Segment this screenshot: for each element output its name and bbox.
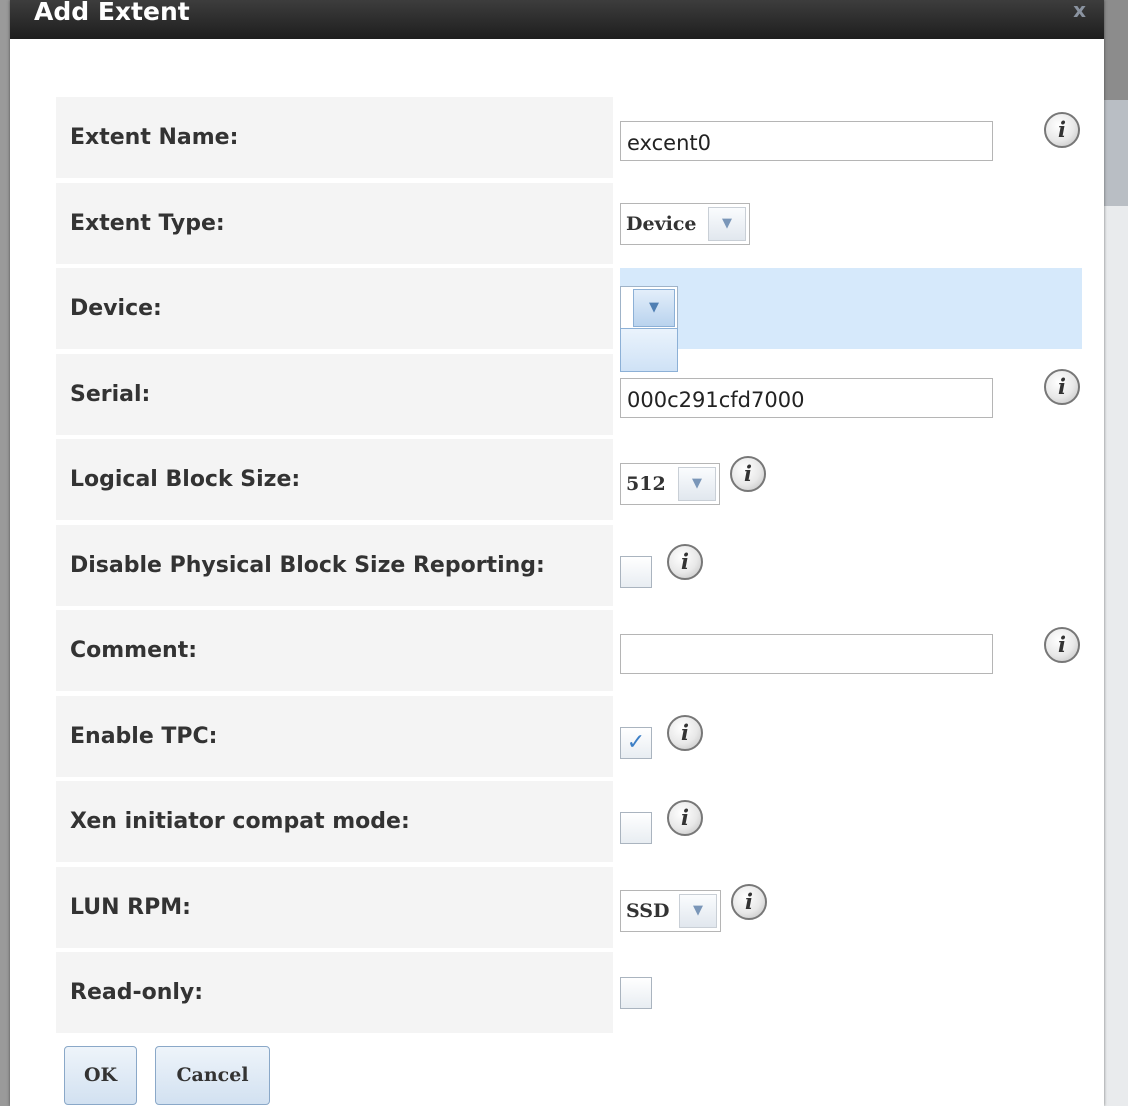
row-disable-pbs: Disable Physical Block Size Reporting: i <box>56 525 1082 606</box>
row-extent-name: Extent Name: excent0 i <box>56 97 1082 178</box>
backdrop-page <box>1104 206 1128 1106</box>
label-cell: Xen initiator compat mode: <box>56 781 613 862</box>
lun-rpm-label: LUN RPM: <box>70 895 191 920</box>
row-lun-rpm: LUN RPM: SSD ▼ i <box>56 867 1082 948</box>
serial-field: 000c291cfd7000 i <box>620 354 1082 435</box>
info-icon[interactable]: i <box>1044 627 1080 663</box>
extent-name-input[interactable]: excent0 <box>620 121 993 161</box>
comment-field: i <box>620 610 1082 691</box>
info-icon[interactable]: i <box>731 884 767 920</box>
extent-name-label: Extent Name: <box>70 125 239 150</box>
extent-type-select[interactable]: Device ▼ <box>620 203 750 245</box>
read-only-field <box>620 952 1082 1033</box>
lun-rpm-value: SSD <box>626 900 670 922</box>
close-icon[interactable]: x <box>1073 0 1086 22</box>
extent-type-value: Device <box>626 213 697 235</box>
info-icon[interactable]: i <box>667 544 703 580</box>
label-cell: Extent Name: <box>56 97 613 178</box>
info-icon[interactable]: i <box>667 715 703 751</box>
label-cell: Extent Type: <box>56 183 613 264</box>
enable-tpc-checkbox[interactable]: ✓ <box>620 727 652 759</box>
read-only-label: Read-only: <box>70 980 204 1005</box>
label-cell: Read-only: <box>56 952 613 1033</box>
row-device: Device: ▼ <box>56 268 1082 372</box>
info-icon[interactable]: i <box>1044 369 1080 405</box>
label-cell: Enable TPC: <box>56 696 613 777</box>
comment-label: Comment: <box>70 638 198 663</box>
disable-pbs-checkbox[interactable] <box>620 556 652 588</box>
lun-rpm-select[interactable]: SSD ▼ <box>620 890 721 932</box>
serial-input[interactable]: 000c291cfd7000 <box>620 378 993 418</box>
label-cell: Disable Physical Block Size Reporting: <box>56 525 613 606</box>
device-field: ▼ <box>620 268 1082 372</box>
logical-block-size-field: 512 ▼ i <box>620 439 1082 520</box>
info-icon[interactable]: i <box>667 800 703 836</box>
extent-type-field: Device ▼ <box>620 183 1082 264</box>
xen-compat-label: Xen initiator compat mode: <box>70 809 410 834</box>
chevron-down-icon[interactable]: ▼ <box>708 207 746 241</box>
logical-block-size-label: Logical Block Size: <box>70 467 301 492</box>
device-label: Device: <box>70 296 162 321</box>
device-select[interactable]: ▼ <box>620 286 678 330</box>
lun-rpm-field: SSD ▼ i <box>620 867 1082 948</box>
disable-pbs-label: Disable Physical Block Size Reporting: <box>70 553 545 578</box>
xen-compat-checkbox[interactable] <box>620 812 652 844</box>
row-read-only: Read-only: <box>56 952 1082 1033</box>
add-extent-dialog: Add Extent x Extent Name: excent0 i Exte… <box>10 0 1104 1106</box>
dialog-titlebar[interactable]: Add Extent x <box>10 0 1104 39</box>
label-cell: Device: <box>56 268 613 349</box>
ok-button[interactable]: OK <box>64 1046 137 1105</box>
label-cell: Comment: <box>56 610 613 691</box>
info-icon[interactable]: i <box>1044 112 1080 148</box>
row-serial: Serial: 000c291cfd7000 i <box>56 354 1082 435</box>
logical-block-size-select[interactable]: 512 ▼ <box>620 463 720 505</box>
comment-input[interactable] <box>620 634 993 674</box>
row-logical-block-size: Logical Block Size: 512 ▼ i <box>56 439 1082 520</box>
logical-block-size-value: 512 <box>626 473 666 495</box>
chevron-down-icon[interactable]: ▼ <box>678 467 716 501</box>
row-comment: Comment: i <box>56 610 1082 691</box>
label-cell: LUN RPM: <box>56 867 613 948</box>
chevron-down-icon[interactable]: ▼ <box>679 894 717 928</box>
label-cell: Logical Block Size: <box>56 439 613 520</box>
row-xen-compat: Xen initiator compat mode: i <box>56 781 1082 862</box>
disable-pbs-field: i <box>620 525 1082 606</box>
extent-name-field: excent0 i <box>620 97 1082 178</box>
enable-tpc-label: Enable TPC: <box>70 724 218 749</box>
backdrop-band <box>1104 100 1128 206</box>
info-icon[interactable]: i <box>730 456 766 492</box>
cancel-button[interactable]: Cancel <box>155 1046 270 1105</box>
enable-tpc-field: ✓ i <box>620 696 1082 777</box>
dialog-title: Add Extent <box>34 0 190 26</box>
xen-compat-field: i <box>620 781 1082 862</box>
serial-label: Serial: <box>70 382 151 407</box>
backdrop-left <box>0 0 10 1106</box>
row-enable-tpc: Enable TPC: ✓ i <box>56 696 1082 777</box>
row-extent-type: Extent Type: Device ▼ <box>56 183 1082 264</box>
extent-type-label: Extent Type: <box>70 211 225 236</box>
read-only-checkbox[interactable] <box>620 977 652 1009</box>
label-cell: Serial: <box>56 354 613 435</box>
chevron-down-icon[interactable]: ▼ <box>633 289 675 327</box>
